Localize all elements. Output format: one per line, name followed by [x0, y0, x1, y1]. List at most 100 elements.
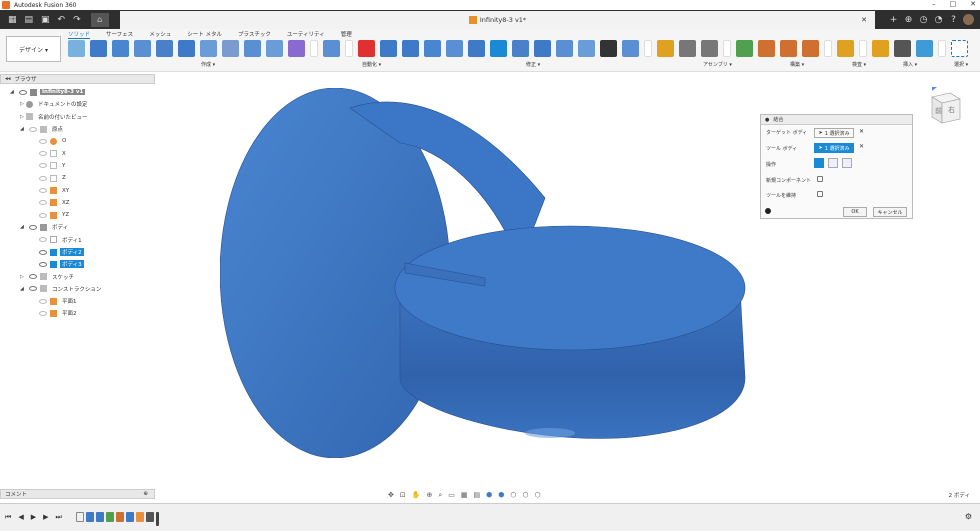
joint-icon[interactable] [679, 40, 696, 57]
tree-item-x-axis[interactable]: X [0, 147, 155, 159]
tree-item-body1[interactable]: ボディ1 [0, 234, 155, 246]
new-sketch-icon[interactable] [68, 40, 85, 57]
extensions-icon[interactable]: ⊕ [903, 15, 914, 25]
group-insert[interactable]: 挿入 ▾ [903, 61, 917, 68]
loft-icon[interactable] [156, 40, 173, 57]
delete-icon[interactable] [358, 40, 375, 57]
visibility-icon[interactable] [29, 224, 37, 230]
minimize-button[interactable]: – [932, 0, 936, 8]
visibility-icon[interactable] [39, 212, 47, 218]
expand-icon[interactable]: ◢ [10, 89, 16, 95]
tree-item-root[interactable]: ◢ Infinity8-3 v1 [0, 86, 155, 98]
cancel-button[interactable]: キャンセル [873, 207, 907, 217]
info-icon[interactable] [765, 208, 771, 214]
combine-icon[interactable] [490, 40, 507, 57]
grid-menu-icon[interactable]: ▦ [8, 15, 17, 25]
select-icon[interactable] [951, 40, 968, 57]
tree-item-doc-settings[interactable]: ▷ ドキュメントの設定 [0, 98, 155, 110]
timeline-marker[interactable] [156, 512, 159, 526]
look-at-icon[interactable]: ⊡ [400, 491, 406, 499]
visibility-icon[interactable] [39, 249, 47, 255]
visibility-icon[interactable] [39, 138, 47, 144]
tab-solid[interactable]: ソリッド [68, 29, 91, 39]
wireframe-icon[interactable]: ⬡ [510, 491, 516, 499]
tab-sheet-metal[interactable]: シート メタル [187, 29, 222, 39]
timeline-revolve-item[interactable] [96, 512, 104, 522]
user-avatar[interactable] [963, 14, 974, 25]
expand-icon[interactable]: ▷ [20, 274, 26, 280]
timeline-move-item[interactable] [146, 512, 154, 522]
undo-icon[interactable]: ↶ [58, 15, 66, 25]
viewport-model[interactable] [220, 88, 750, 458]
display-settings-icon[interactable]: ▭ [448, 491, 455, 499]
dialog-header[interactable]: ● 結合 [761, 115, 912, 125]
tab-plastic[interactable]: プラスチック [238, 29, 271, 39]
visibility-icon[interactable] [39, 175, 47, 181]
visibility-icon[interactable] [19, 89, 27, 95]
keep-tools-checkbox[interactable] [817, 191, 823, 197]
step-back-icon[interactable]: ◀ [18, 513, 23, 522]
tool-body-select[interactable]: ➤ 1 選択済み [814, 143, 854, 153]
document-tab[interactable]: Infinity8-3 v1* ✕ [120, 11, 875, 29]
target-body-select[interactable]: ➤ 1 選択済み [814, 128, 854, 138]
tab-manage[interactable]: 管理 [341, 29, 352, 39]
fit-icon[interactable]: ⌕ [438, 491, 442, 500]
press-pull-icon[interactable] [380, 40, 397, 57]
hidden-edges-icon[interactable]: ⬡ [523, 491, 529, 499]
notifications-icon[interactable]: ◔ [933, 15, 944, 25]
timeline-sketch-item[interactable] [76, 512, 84, 522]
group-create[interactable]: 作成 ▾ [201, 61, 215, 68]
collapse-icon[interactable]: ◂◂ [5, 76, 11, 82]
timeline-plane-item[interactable] [116, 512, 124, 522]
offset-face-icon[interactable] [556, 40, 573, 57]
plane-at-angle-icon[interactable] [758, 40, 775, 57]
move-icon[interactable] [600, 40, 617, 57]
clear-tool-icon[interactable]: ✕ [859, 143, 864, 150]
tree-item-body2[interactable]: ボディ2 [0, 246, 155, 258]
fillet-icon[interactable] [402, 40, 419, 57]
tab-mesh[interactable]: メッシュ [149, 29, 171, 39]
save-icon[interactable]: ▣ [41, 15, 50, 25]
draft-icon[interactable] [468, 40, 485, 57]
tree-item-z-axis[interactable]: Z [0, 172, 155, 184]
viewports-icon[interactable]: ▤ [474, 491, 481, 499]
pattern-icon[interactable] [244, 40, 261, 57]
pan-icon[interactable]: ✋ [412, 491, 421, 499]
expand-icon[interactable]: ◢ [20, 126, 26, 132]
as-built-joint-icon[interactable] [701, 40, 718, 57]
tree-item-sketches[interactable]: ▷ スケッチ [0, 270, 155, 282]
tree-item-xy-plane[interactable]: XY [0, 184, 155, 196]
step-forward-icon[interactable]: ▶ [43, 513, 48, 522]
visibility-icon[interactable] [39, 151, 47, 157]
job-status-icon[interactable]: ◷ [918, 15, 929, 25]
clear-target-icon[interactable]: ✕ [859, 128, 864, 135]
go-to-end-icon[interactable]: ⏭ [55, 513, 61, 522]
new-component-checkbox[interactable] [817, 176, 823, 182]
tree-item-named-views[interactable]: ▷ 名前の付いたビュー [0, 111, 155, 123]
visibility-icon[interactable] [29, 126, 37, 132]
timeline-extrude-item[interactable] [86, 512, 94, 522]
tree-item-origin-point[interactable]: O [0, 135, 155, 147]
group-modify[interactable]: 修正 ▾ [526, 61, 540, 68]
visibility-icon[interactable] [39, 200, 47, 206]
timeline-plane-item[interactable] [106, 512, 114, 522]
orbit-icon[interactable]: ✥ [388, 491, 394, 499]
visibility-icon[interactable] [39, 237, 47, 243]
mirror-icon[interactable] [266, 40, 283, 57]
automate-icon[interactable] [323, 40, 340, 57]
tree-item-origin[interactable]: ◢ 原点 [0, 123, 155, 135]
decal-icon[interactable] [916, 40, 933, 57]
browser-header[interactable]: ◂◂ ブラウザ [0, 74, 155, 84]
tab-utilities[interactable]: ユーティリティ [287, 29, 325, 39]
shaded-icon[interactable]: ⬢ [486, 491, 492, 499]
tree-item-construction[interactable]: ◢ コンストラクション [0, 283, 155, 295]
insert-mesh-icon[interactable] [894, 40, 911, 57]
group-inspect[interactable]: 検査 ▾ [852, 61, 866, 68]
tree-item-xz-plane[interactable]: XZ [0, 197, 155, 209]
split-face-icon[interactable] [512, 40, 529, 57]
insert-derive-icon[interactable] [872, 40, 889, 57]
measure-icon[interactable] [837, 40, 854, 57]
timeline-plane-item[interactable] [136, 512, 144, 522]
new-tab-icon[interactable]: + [888, 15, 899, 25]
visibility-icon[interactable] [39, 163, 47, 169]
